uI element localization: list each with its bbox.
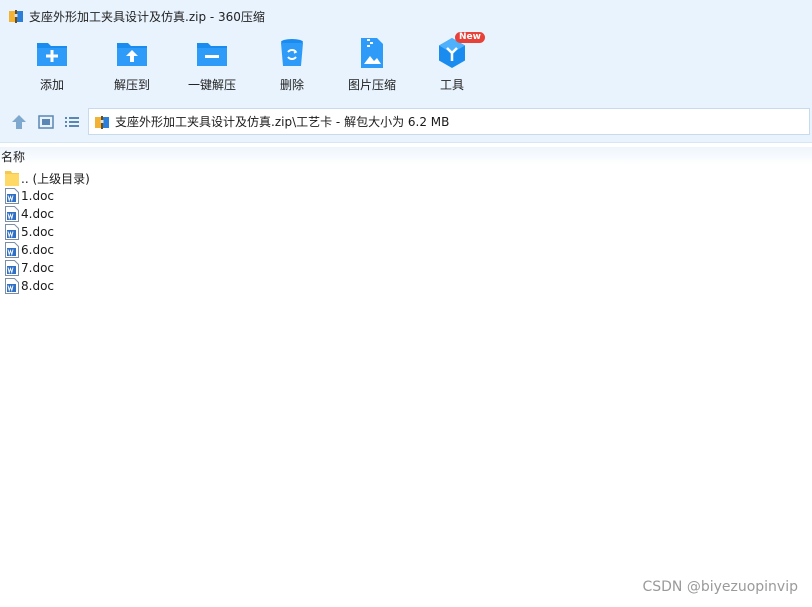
delete-label: 删除: [279, 78, 304, 92]
list-item[interactable]: 1.doc: [0, 187, 812, 205]
one-click-extract-icon: [197, 43, 227, 66]
list-item-label: 7.doc: [21, 261, 55, 275]
list-view-icon[interactable]: [63, 113, 81, 131]
window-title: 支座外形加工夹具设计及仿真.zip - 360压缩: [29, 9, 265, 24]
address-path-box[interactable]: 支座外形加工夹具设计及仿真.zip\工艺卡 - 解包大小为 6.2 MB: [88, 108, 810, 135]
list-item[interactable]: 4.doc: [0, 205, 812, 223]
one-click-extract-button[interactable]: 一键解压: [172, 36, 252, 98]
list-item[interactable]: 6.doc: [0, 241, 812, 259]
image-compress-button[interactable]: 图片压缩: [332, 36, 412, 98]
extract-to-button[interactable]: 解压到: [92, 36, 172, 98]
list-item-parent-directory[interactable]: .. (上级目录): [0, 169, 812, 187]
title-bar: 支座外形加工夹具设计及仿真.zip - 360压缩: [0, 0, 812, 32]
extract-to-icon: [117, 43, 147, 66]
list-item[interactable]: 7.doc: [0, 259, 812, 277]
word-doc-icon: [5, 206, 19, 222]
delete-button[interactable]: 删除: [252, 36, 332, 98]
zip-archive-icon: [95, 115, 109, 129]
tools-button[interactable]: New 工具: [412, 32, 492, 98]
list-item-label: .. (上级目录): [21, 171, 90, 186]
list-item-label: 5.doc: [21, 225, 55, 239]
folder-icon: [5, 171, 19, 186]
column-header-name[interactable]: 名称: [1, 148, 25, 165]
word-doc-icon: [5, 278, 19, 294]
list-item-label: 8.doc: [21, 279, 55, 293]
new-badge: New: [455, 32, 485, 43]
add-button[interactable]: 添加: [12, 36, 92, 98]
tools-icon-wrapper: New: [435, 32, 485, 70]
thumbnail-view-icon[interactable]: [37, 113, 55, 131]
word-doc-icon: [5, 260, 19, 276]
watermark: CSDN @biyezuopinvip: [642, 579, 798, 595]
file-list-header: 名称: [0, 147, 812, 165]
word-doc-icon: [5, 224, 19, 240]
up-arrow-icon[interactable]: [10, 113, 28, 131]
address-path: 支座外形加工夹具设计及仿真.zip\工艺卡 - 解包大小为 6.2 MB: [115, 115, 450, 129]
one-click-extract-label: 一键解压: [187, 78, 236, 92]
list-item[interactable]: 5.doc: [0, 223, 812, 241]
image-compress-icon: [361, 38, 383, 68]
file-list: .. (上级目录) 1.doc 4.doc 5.doc 6.doc 7.doc …: [0, 169, 812, 295]
add-folder-icon: [37, 43, 67, 66]
word-doc-icon: [5, 242, 19, 258]
list-item[interactable]: 8.doc: [0, 277, 812, 295]
word-doc-icon: [5, 188, 19, 204]
list-item-label: 1.doc: [21, 189, 55, 203]
list-item-label: 6.doc: [21, 243, 55, 257]
list-item-label: 4.doc: [21, 207, 55, 221]
address-bar-row: 支座外形加工夹具设计及仿真.zip\工艺卡 - 解包大小为 6.2 MB: [0, 102, 812, 143]
extract-to-label: 解压到: [113, 78, 150, 92]
tools-label: 工具: [439, 78, 464, 92]
archive-app-icon: [9, 10, 23, 23]
add-label: 添加: [39, 78, 64, 92]
toolbar: 添加 解压到 一键解压 删除 图片压缩 New 工具: [0, 32, 812, 102]
trash-icon: [281, 39, 303, 66]
image-compress-label: 图片压缩: [347, 78, 396, 92]
